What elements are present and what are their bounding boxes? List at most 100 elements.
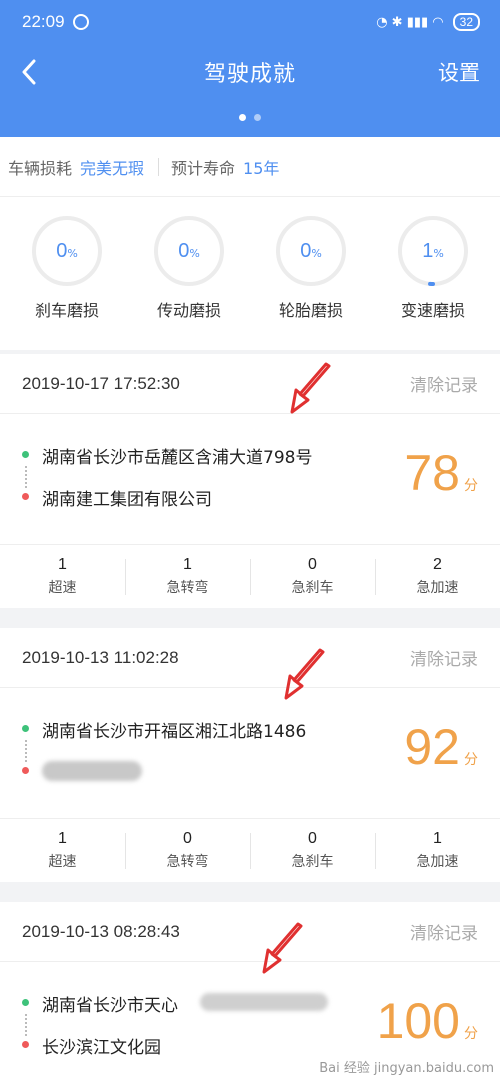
annotation-arrow-icon [262, 922, 303, 974]
stat-hard-brake: 0 急刹车 [250, 545, 375, 608]
annotation-arrow-icon [284, 648, 325, 700]
back-arrow-icon [22, 59, 36, 85]
gauge-label: 传动磨损 [156, 301, 221, 320]
stat-label: 超速 [48, 854, 77, 870]
stat-label: 急加速 [416, 580, 459, 596]
status-icons: ◔ ✱ ▮▮▮ ◠ 32 [376, 13, 480, 31]
route-line [25, 466, 27, 488]
stat-rapid-accel: 2 急加速 [375, 545, 500, 608]
vehicle-summary: 车辆损耗 完美无瑕 预计寿命 15年 [0, 137, 500, 197]
gauge-label: 刹车磨损 [34, 301, 99, 320]
nav-bar: 驾驶成就 设置 [0, 44, 500, 100]
end-point-icon [22, 1041, 29, 1048]
stat-label: 急加速 [416, 854, 459, 870]
score-value: 92 [404, 719, 460, 775]
page-dot-2[interactable] [254, 114, 261, 121]
summary-divider [158, 157, 160, 176]
gauge-label: 变速磨损 [400, 301, 465, 320]
gauge-ring: 0 % [31, 215, 103, 287]
end-point-icon [22, 767, 29, 774]
trip-header: 2019-10-13 11:02:28 清除记录 [0, 628, 500, 688]
life-label: 预计寿命 [171, 158, 236, 178]
page-dot-1[interactable] [239, 114, 246, 121]
gauge-ring: 0 % [153, 215, 225, 287]
end-address-redacted [42, 761, 142, 781]
gauge-unit: % [67, 247, 78, 260]
score-value: 100 [376, 993, 460, 1049]
stat-sharp-turn: 1 急转弯 [125, 545, 250, 608]
gauge-ring: 1 % [397, 215, 469, 287]
stat-count: 2 [433, 556, 442, 573]
battery-icon: 32 [452, 13, 480, 31]
gauge-unit: % [189, 247, 200, 260]
life-value: 15年 [243, 158, 280, 178]
stat-count: 0 [308, 556, 317, 573]
stat-count: 1 [183, 556, 192, 573]
trip-card[interactable]: 2019-10-17 17:52:30 清除记录 湖南省长沙市岳麓区含浦大道79… [0, 354, 500, 544]
stat-count: 1 [433, 830, 442, 847]
clear-record-button[interactable]: 清除记录 [410, 371, 478, 396]
clear-record-button[interactable]: 清除记录 [410, 645, 478, 670]
clear-record-button[interactable]: 清除记录 [410, 919, 478, 944]
trip-route: 湖南省长沙市开福区湘江北路1486 92 分 [0, 688, 500, 818]
annotation-arrow-icon [290, 362, 331, 414]
app-header: 22:09 ◔ ✱ ▮▮▮ ◠ 32 驾驶成就 设置 [0, 0, 500, 137]
gauge-value: 1 [422, 239, 434, 262]
start-point-icon [22, 999, 29, 1006]
score-unit: 分 [464, 752, 478, 768]
stat-speeding: 1 超速 [0, 819, 125, 882]
wear-label: 车辆损耗 [8, 158, 73, 178]
end-address: 湖南建工集团有限公司 [42, 490, 212, 510]
start-address: 湖南省长沙市岳麓区含浦大道798号 [42, 448, 313, 468]
start-address: 湖南省长沙市开福区湘江北路1486 [42, 722, 307, 742]
stat-count: 1 [58, 556, 67, 573]
score-unit: 分 [464, 478, 478, 494]
gauge-transmission: 0 % 传动磨损 [134, 215, 244, 350]
gauge-value: 0 [300, 239, 312, 262]
score-value: 78 [404, 445, 460, 501]
gauge-unit: % [433, 247, 444, 260]
trip-stats: 1 超速 1 急转弯 0 急刹车 2 急加速 [0, 544, 500, 608]
gauge-tire: 0 % 轮胎磨损 [256, 215, 366, 350]
alarm-icon [72, 14, 89, 30]
trip-datetime: 2019-10-13 11:02:28 [22, 647, 179, 667]
watermark: Bai 经验 jingyan.baidu.com [319, 1061, 494, 1076]
trip-datetime: 2019-10-17 17:52:30 [22, 373, 180, 393]
stat-label: 急刹车 [291, 854, 334, 870]
score-unit: 分 [464, 1026, 478, 1042]
stat-sharp-turn: 0 急转弯 [125, 819, 250, 882]
address-redacted [200, 993, 328, 1011]
wear-value: 完美无瑕 [80, 158, 145, 178]
end-point-icon [22, 493, 29, 500]
trip-datetime: 2019-10-13 08:28:43 [22, 921, 180, 941]
gauge-value: 0 [56, 239, 68, 262]
stat-speeding: 1 超速 [0, 545, 125, 608]
trip-header: 2019-10-17 17:52:30 清除记录 [0, 354, 500, 414]
status-bar: 22:09 ◔ ✱ ▮▮▮ ◠ 32 [0, 0, 500, 44]
gauge-brake: 0 % 刹车磨损 [12, 215, 122, 350]
trip-stats: 1 超速 0 急转弯 0 急刹车 1 急加速 [0, 818, 500, 882]
route-line [25, 740, 27, 762]
end-address: 长沙滨江文化园 [42, 1038, 161, 1058]
wear-gauges: 0 % 刹车磨损 0 % 传动磨损 0 % 轮胎磨损 1 % 变速磨损 [0, 197, 500, 350]
stat-count: 1 [58, 830, 67, 847]
trip-header: 2019-10-13 08:28:43 清除记录 [0, 902, 500, 962]
page-indicator [0, 114, 500, 121]
stat-hard-brake: 0 急刹车 [250, 819, 375, 882]
stat-rapid-accel: 1 急加速 [375, 819, 500, 882]
trip-score: 78 分 [404, 444, 478, 502]
start-point-icon [22, 451, 29, 458]
settings-button[interactable]: 设置 [438, 57, 480, 87]
trip-score: 100 分 [377, 992, 478, 1050]
back-button[interactable] [14, 54, 44, 90]
trip-route: 湖南省长沙市岳麓区含浦大道798号 湖南建工集团有限公司 78 分 [0, 414, 500, 544]
gauge-gearbox: 1 % 变速磨损 [378, 215, 488, 350]
trip-card[interactable]: 2019-10-13 11:02:28 清除记录 湖南省长沙市开福区湘江北路14… [0, 628, 500, 818]
gauge-value: 0 [178, 239, 190, 262]
stat-label: 急转弯 [166, 854, 209, 870]
stat-count: 0 [183, 830, 192, 847]
trip-score: 92 分 [404, 718, 478, 776]
status-time: 22:09 [22, 12, 65, 31]
signal-icon: ◔ ✱ ▮▮▮ ◠ [376, 14, 444, 30]
gauge-unit: % [311, 247, 322, 260]
